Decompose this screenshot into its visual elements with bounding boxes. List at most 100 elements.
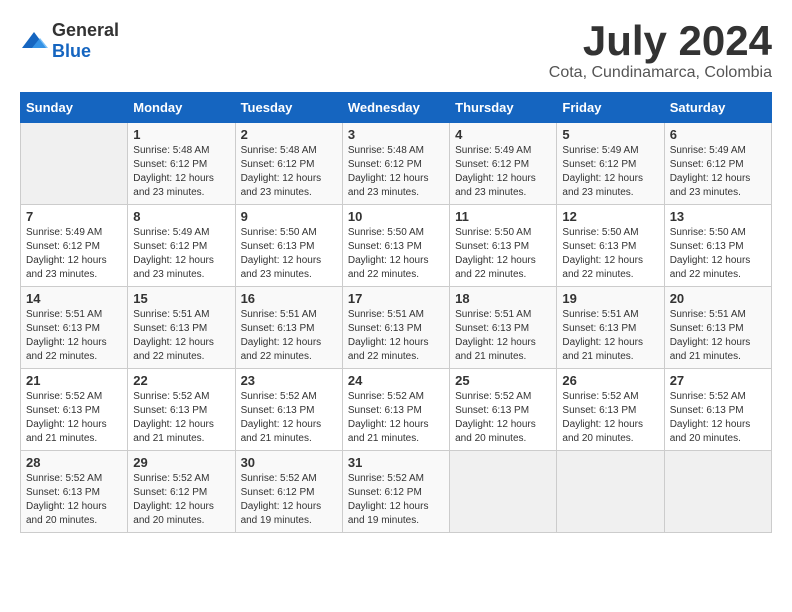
logo-text: General Blue	[52, 20, 119, 62]
day-info: Sunrise: 5:52 AMSunset: 6:12 PMDaylight:…	[348, 472, 444, 528]
day-number: 25	[455, 373, 551, 388]
day-cell: 19 Sunrise: 5:51 AMSunset: 6:13 PMDayligh…	[557, 287, 664, 369]
day-info: Sunrise: 5:52 AMSunset: 6:13 PMDaylight:…	[562, 390, 658, 446]
weekday-header-thursday: Thursday	[450, 93, 557, 123]
day-info: Sunrise: 5:50 AMSunset: 6:13 PMDaylight:…	[348, 226, 444, 282]
day-number: 29	[133, 455, 229, 470]
day-cell: 27Sunrise: 5:52 AMSunset: 6:13 PMDayligh…	[664, 369, 771, 451]
day-cell: 25 Sunrise: 5:52 AMSunset: 6:13 PMDayligh…	[450, 369, 557, 451]
day-info: Sunrise: 5:50 AMSunset: 6:13 PMDaylight:…	[670, 226, 766, 282]
day-number: 8	[133, 209, 229, 224]
day-cell: 6 Sunrise: 5:49 AMSunset: 6:12 PMDaylight…	[664, 123, 771, 205]
weekday-header-monday: Monday	[128, 93, 235, 123]
day-cell: 29Sunrise: 5:52 AMSunset: 6:12 PMDayligh…	[128, 451, 235, 533]
logo: General Blue	[20, 20, 119, 62]
day-cell: 11Sunrise: 5:50 AMSunset: 6:13 PMDayligh…	[450, 205, 557, 287]
week-row-3: 14 Sunrise: 5:51 AMSunset: 6:13 PMDayligh…	[21, 287, 772, 369]
day-cell: 5Sunrise: 5:49 AMSunset: 6:12 PMDaylight…	[557, 123, 664, 205]
logo-general: General	[52, 20, 119, 40]
day-cell: 1 Sunrise: 5:48 AMSunset: 6:12 PMDaylight…	[128, 123, 235, 205]
day-info: Sunrise: 5:51 AMSunset: 6:13 PMDaylight:…	[241, 308, 337, 364]
day-info: Sunrise: 5:51 AMSunset: 6:13 PMDaylight:…	[26, 308, 122, 364]
day-cell: 24 Sunrise: 5:52 AMSunset: 6:13 PMDayligh…	[342, 369, 449, 451]
day-info: Sunrise: 5:49 AMSunset: 6:12 PMDaylight:…	[670, 144, 766, 200]
day-info: Sunrise: 5:48 AMSunset: 6:12 PMDaylight:…	[133, 144, 229, 200]
day-number: 1	[133, 127, 229, 142]
day-number: 9	[241, 209, 337, 224]
weekday-header-friday: Friday	[557, 93, 664, 123]
week-row-2: 7Sunrise: 5:49 AMSunset: 6:12 PMDaylight…	[21, 205, 772, 287]
day-number: 17	[348, 291, 444, 306]
day-info: Sunrise: 5:49 AMSunset: 6:12 PMDaylight:…	[26, 226, 122, 282]
day-cell: 31 Sunrise: 5:52 AMSunset: 6:12 PMDayligh…	[342, 451, 449, 533]
weekday-header-wednesday: Wednesday	[342, 93, 449, 123]
day-cell: 30Sunrise: 5:52 AMSunset: 6:12 PMDayligh…	[235, 451, 342, 533]
day-info: Sunrise: 5:52 AMSunset: 6:13 PMDaylight:…	[26, 390, 122, 446]
day-cell: 12Sunrise: 5:50 AMSunset: 6:13 PMDayligh…	[557, 205, 664, 287]
week-row-5: 28Sunrise: 5:52 AMSunset: 6:13 PMDayligh…	[21, 451, 772, 533]
day-info: Sunrise: 5:52 AMSunset: 6:13 PMDaylight:…	[348, 390, 444, 446]
day-cell: 17Sunrise: 5:51 AMSunset: 6:13 PMDayligh…	[342, 287, 449, 369]
day-info: Sunrise: 5:48 AMSunset: 6:12 PMDaylight:…	[241, 144, 337, 200]
day-number: 13	[670, 209, 766, 224]
day-cell: 16Sunrise: 5:51 AMSunset: 6:13 PMDayligh…	[235, 287, 342, 369]
day-cell	[557, 451, 664, 533]
day-info: Sunrise: 5:50 AMSunset: 6:13 PMDaylight:…	[241, 226, 337, 282]
day-cell: 21 Sunrise: 5:52 AMSunset: 6:13 PMDayligh…	[21, 369, 128, 451]
day-number: 30	[241, 455, 337, 470]
day-number: 14	[26, 291, 122, 306]
day-number: 11	[455, 209, 551, 224]
title-block: July 2024 Cota, Cundinamarca, Colombia	[549, 20, 772, 82]
page-header: General Blue July 2024 Cota, Cundinamarc…	[20, 20, 772, 82]
day-number: 31	[348, 455, 444, 470]
day-cell: 9 Sunrise: 5:50 AMSunset: 6:13 PMDaylight…	[235, 205, 342, 287]
day-cell: 8 Sunrise: 5:49 AMSunset: 6:12 PMDaylight…	[128, 205, 235, 287]
day-cell: 20Sunrise: 5:51 AMSunset: 6:13 PMDayligh…	[664, 287, 771, 369]
day-cell: 10Sunrise: 5:50 AMSunset: 6:13 PMDayligh…	[342, 205, 449, 287]
day-info: Sunrise: 5:52 AMSunset: 6:13 PMDaylight:…	[133, 390, 229, 446]
day-info: Sunrise: 5:49 AMSunset: 6:12 PMDaylight:…	[455, 144, 551, 200]
day-cell	[450, 451, 557, 533]
day-number: 20	[670, 291, 766, 306]
day-cell: 4 Sunrise: 5:49 AMSunset: 6:12 PMDaylight…	[450, 123, 557, 205]
day-number: 21	[26, 373, 122, 388]
day-cell: 22 Sunrise: 5:52 AMSunset: 6:13 PMDayligh…	[128, 369, 235, 451]
logo-icon	[20, 30, 48, 52]
day-info: Sunrise: 5:48 AMSunset: 6:12 PMDaylight:…	[348, 144, 444, 200]
day-number: 6	[670, 127, 766, 142]
weekday-header-sunday: Sunday	[21, 93, 128, 123]
day-cell: 2 Sunrise: 5:48 AMSunset: 6:12 PMDaylight…	[235, 123, 342, 205]
day-number: 18	[455, 291, 551, 306]
day-number: 22	[133, 373, 229, 388]
day-number: 19	[562, 291, 658, 306]
day-number: 26	[562, 373, 658, 388]
day-number: 4	[455, 127, 551, 142]
day-cell: 7Sunrise: 5:49 AMSunset: 6:12 PMDaylight…	[21, 205, 128, 287]
weekday-header-saturday: Saturday	[664, 93, 771, 123]
day-number: 2	[241, 127, 337, 142]
logo-blue: Blue	[52, 41, 91, 61]
day-info: Sunrise: 5:52 AMSunset: 6:13 PMDaylight:…	[670, 390, 766, 446]
week-row-4: 21 Sunrise: 5:52 AMSunset: 6:13 PMDayligh…	[21, 369, 772, 451]
day-cell: 13 Sunrise: 5:50 AMSunset: 6:13 PMDayligh…	[664, 205, 771, 287]
day-info: Sunrise: 5:50 AMSunset: 6:13 PMDaylight:…	[562, 226, 658, 282]
day-cell: 14 Sunrise: 5:51 AMSunset: 6:13 PMDayligh…	[21, 287, 128, 369]
day-cell: 3 Sunrise: 5:48 AMSunset: 6:12 PMDaylight…	[342, 123, 449, 205]
day-cell: 18Sunrise: 5:51 AMSunset: 6:13 PMDayligh…	[450, 287, 557, 369]
calendar-table: SundayMondayTuesdayWednesdayThursdayFrid…	[20, 92, 772, 533]
day-number: 28	[26, 455, 122, 470]
weekday-header-tuesday: Tuesday	[235, 93, 342, 123]
day-cell	[21, 123, 128, 205]
day-cell: 23Sunrise: 5:52 AMSunset: 6:13 PMDayligh…	[235, 369, 342, 451]
day-cell: 28Sunrise: 5:52 AMSunset: 6:13 PMDayligh…	[21, 451, 128, 533]
day-info: Sunrise: 5:49 AMSunset: 6:12 PMDaylight:…	[133, 226, 229, 282]
day-info: Sunrise: 5:52 AMSunset: 6:13 PMDaylight:…	[455, 390, 551, 446]
month-title: July 2024	[549, 20, 772, 62]
day-number: 3	[348, 127, 444, 142]
week-row-1: 1 Sunrise: 5:48 AMSunset: 6:12 PMDaylight…	[21, 123, 772, 205]
day-number: 23	[241, 373, 337, 388]
day-info: Sunrise: 5:51 AMSunset: 6:13 PMDaylight:…	[562, 308, 658, 364]
day-number: 24	[348, 373, 444, 388]
location-title: Cota, Cundinamarca, Colombia	[549, 64, 772, 82]
day-info: Sunrise: 5:51 AMSunset: 6:13 PMDaylight:…	[133, 308, 229, 364]
